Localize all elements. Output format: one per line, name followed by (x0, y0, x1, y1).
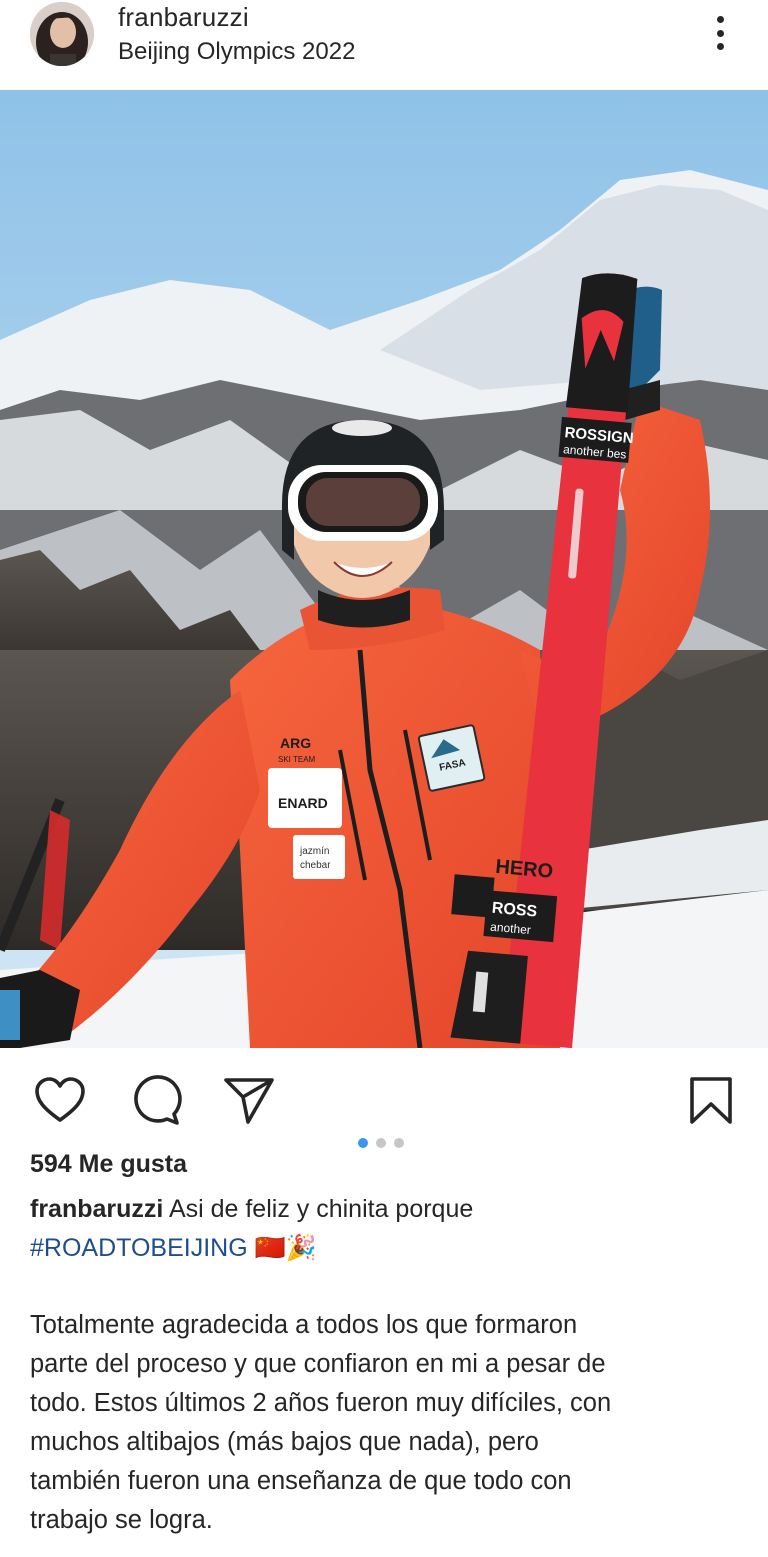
comment-icon[interactable] (128, 1074, 182, 1128)
caption-author[interactable]: franbaruzzi (30, 1195, 163, 1223)
post-location[interactable]: Beijing Olympics 2022 (118, 38, 355, 66)
sponsor-patch: ENARD (278, 795, 328, 811)
caption-body-line: parte del proceso y que confiaron en mi … (30, 1350, 606, 1378)
caption-body-line: trabajo se logra. (30, 1506, 213, 1534)
post-username[interactable]: franbaruzzi (118, 2, 249, 33)
like-count[interactable]: 594 Me gusta (30, 1150, 187, 1179)
avatar[interactable] (30, 2, 94, 66)
jacket-team-sub: SKI TEAM (278, 755, 316, 764)
carousel-dot-active (358, 1138, 368, 1148)
heart-icon[interactable] (33, 1074, 87, 1128)
post-photo[interactable]: ARG SKI TEAM ENARD jazmín chebar FASA RO… (0, 90, 768, 1048)
brand-patch-line2: chebar (300, 860, 331, 871)
more-vertical-icon[interactable] (704, 10, 736, 56)
caption: franbaruzzi Asi de feliz y chinita porqu… (30, 1190, 740, 1268)
caption-body-line: Totalmente agradecida a todos los que fo… (30, 1311, 578, 1339)
bookmark-icon[interactable] (684, 1074, 738, 1128)
post-header: franbaruzzi Beijing Olympics 2022 (0, 0, 768, 90)
carousel-dot (376, 1138, 386, 1148)
post-actions (0, 1048, 768, 1148)
brand-patch-line1: jazmín (299, 846, 329, 857)
carousel-dot (394, 1138, 404, 1148)
caption-body-line: muchos altibajos (más bajos que nada), p… (30, 1428, 539, 1456)
caption-body: Totalmente agradecida a todos los que fo… (30, 1306, 742, 1540)
carousel-indicator (358, 1138, 404, 1148)
caption-body-line: todo. Estos últimos 2 años fueron muy di… (30, 1389, 612, 1417)
caption-body-line: también fueron una enseñanza de que todo… (30, 1467, 572, 1495)
paper-plane-icon[interactable] (222, 1074, 276, 1128)
hashtag-link[interactable]: #ROADTOBEIJING (30, 1234, 248, 1262)
caption-line1: Asi de feliz y chinita porque (168, 1195, 474, 1223)
jacket-team-label: ARG (280, 735, 311, 751)
caption-emojis: 🇨🇳🎉 (254, 1234, 317, 1262)
